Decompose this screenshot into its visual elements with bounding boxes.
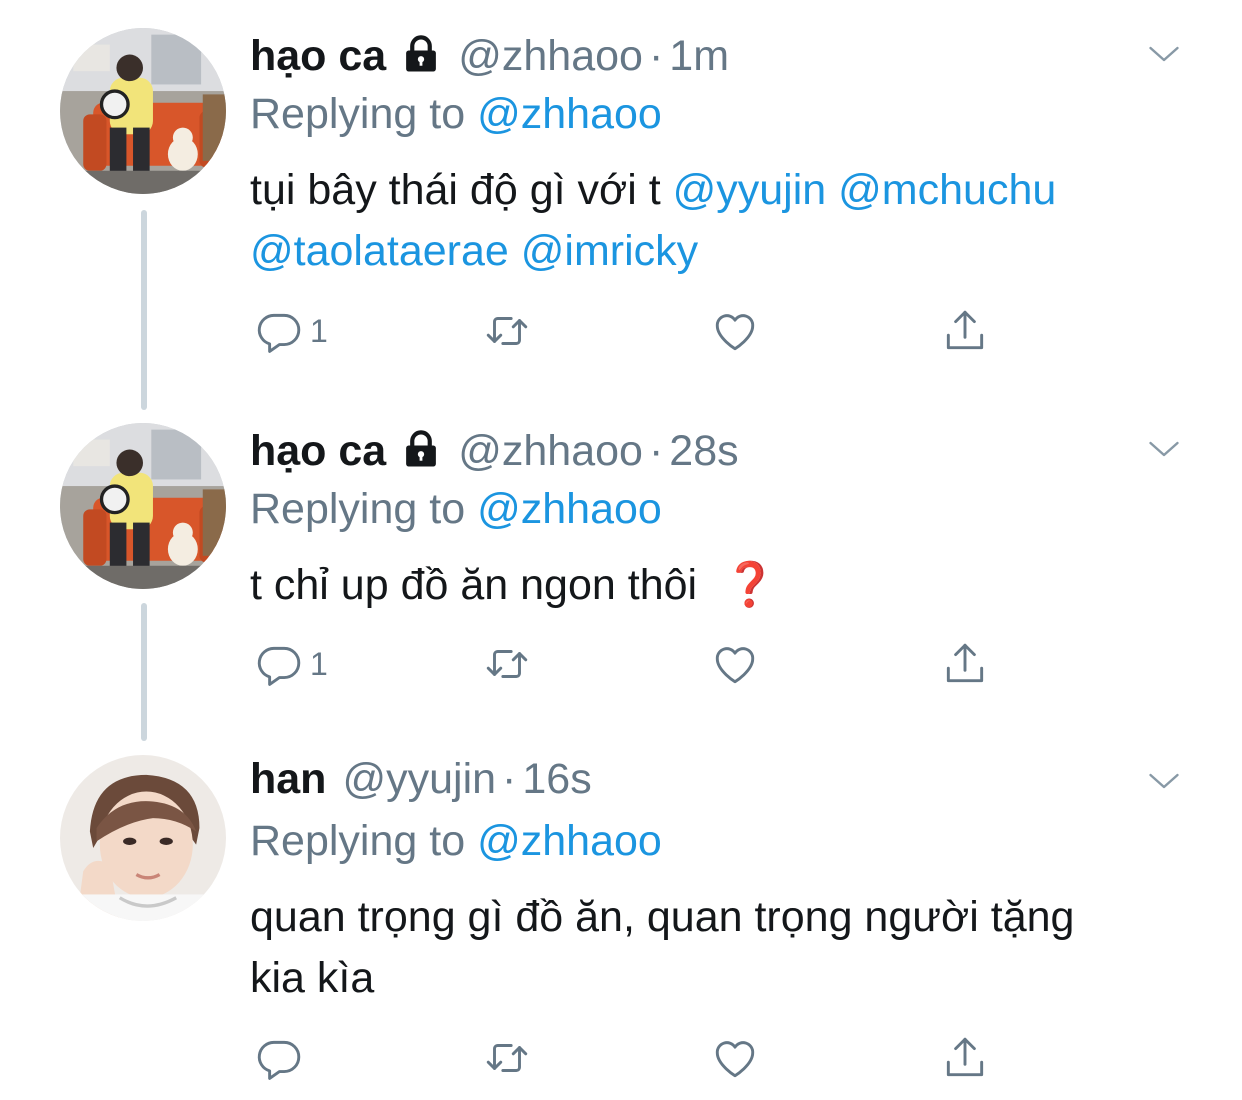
replying-to-label: Replying to — [250, 90, 466, 138]
chevron-down-icon[interactable] — [1146, 763, 1182, 799]
action-bar: 1 — [250, 306, 1010, 366]
reply-button[interactable]: 1 — [254, 639, 328, 689]
reply-button[interactable]: 1 — [254, 306, 328, 356]
thread-line — [141, 210, 147, 410]
avatar[interactable] — [60, 28, 226, 194]
retweet-icon — [482, 1033, 532, 1083]
avatar[interactable] — [60, 423, 226, 589]
retweet-button[interactable] — [482, 639, 532, 689]
like-button[interactable] — [710, 639, 760, 689]
action-bar: 1 — [250, 639, 1010, 699]
like-icon — [710, 1033, 760, 1083]
reply-count: 1 — [310, 312, 328, 349]
replying-to-label: Replying to — [250, 817, 466, 865]
replying-to: Replying to @zhhaoo — [250, 90, 662, 139]
share-button[interactable] — [940, 306, 990, 356]
replying-to: Replying to @zhhaoo — [250, 485, 662, 534]
reply-count: 1 — [310, 645, 328, 682]
retweet-icon — [482, 639, 532, 689]
tweet-text-body: t chỉ up đồ ăn ngon thôi — [250, 561, 698, 609]
tweet-text-line: kia kìa — [250, 954, 375, 1002]
tweet-text: tụi bây thái độ gì với t @yyujin @mchuch… — [250, 160, 1200, 282]
tweet-text: quan trọng gì đồ ăn, quan trọng người tặ… — [250, 887, 1200, 1009]
lock-icon — [400, 428, 442, 470]
replying-to-label: Replying to — [250, 485, 466, 533]
retweet-icon — [482, 306, 532, 356]
mention-link[interactable]: @yyujin @mchuchu — [673, 166, 1057, 214]
separator: · — [502, 755, 517, 803]
tweet-text-line: quan trọng gì đồ ăn, quan trọng người tặ… — [250, 893, 1075, 941]
user-handle[interactable]: @yyujin — [342, 755, 496, 804]
tweet-text-body: tụi bây thái độ gì với t — [250, 166, 661, 214]
share-button[interactable] — [940, 639, 990, 689]
tweet-header: hạo ca @zhhaoo · 28s — [250, 423, 739, 477]
reply-icon — [254, 639, 304, 689]
avatar-image — [60, 28, 226, 194]
user-handle[interactable]: @zhhaoo — [458, 427, 643, 476]
question-emoji: ❓ — [723, 561, 777, 609]
user-handle[interactable]: @zhhaoo — [458, 32, 643, 81]
like-icon — [710, 306, 760, 356]
mention-link[interactable]: @taolataerae @imricky — [250, 227, 698, 275]
avatar-image — [60, 755, 226, 921]
chevron-down-icon[interactable] — [1146, 36, 1182, 72]
replying-to-mention[interactable]: @zhhaoo — [477, 90, 662, 138]
timestamp[interactable]: 28s — [669, 427, 738, 476]
lock-icon — [400, 33, 442, 75]
chevron-down-icon[interactable] — [1146, 431, 1182, 467]
like-icon — [710, 639, 760, 689]
reply-button[interactable] — [254, 1033, 304, 1083]
tweet-header: hạo ca @zhhaoo · 1m — [250, 28, 729, 82]
thread-line — [141, 603, 147, 741]
share-icon — [940, 1033, 990, 1083]
tweet-header: han @yyujin · 16s — [250, 755, 592, 809]
avatar[interactable] — [60, 755, 226, 921]
share-button[interactable] — [940, 1033, 990, 1083]
display-name[interactable]: han — [250, 755, 326, 804]
share-icon — [940, 306, 990, 356]
replying-to-mention[interactable]: @zhhaoo — [477, 485, 662, 533]
reply-icon — [254, 306, 304, 356]
share-icon — [940, 639, 990, 689]
retweet-button[interactable] — [482, 1033, 532, 1083]
separator: · — [648, 32, 664, 80]
display-name[interactable]: hạo ca — [250, 427, 386, 476]
reply-icon — [254, 1033, 304, 1083]
display-name[interactable]: hạo ca — [250, 32, 386, 81]
timestamp[interactable]: 1m — [669, 32, 729, 81]
action-bar — [250, 1033, 1010, 1093]
retweet-button[interactable] — [482, 306, 532, 356]
replying-to: Replying to @zhhaoo — [250, 817, 662, 866]
replying-to-mention[interactable]: @zhhaoo — [477, 817, 662, 865]
like-button[interactable] — [710, 306, 760, 356]
tweet-text: t chỉ up đồ ăn ngon thôi ❓ — [250, 555, 1200, 616]
like-button[interactable] — [710, 1033, 760, 1083]
avatar-image — [60, 423, 226, 589]
separator: · — [648, 427, 664, 475]
timestamp[interactable]: 16s — [522, 755, 591, 804]
